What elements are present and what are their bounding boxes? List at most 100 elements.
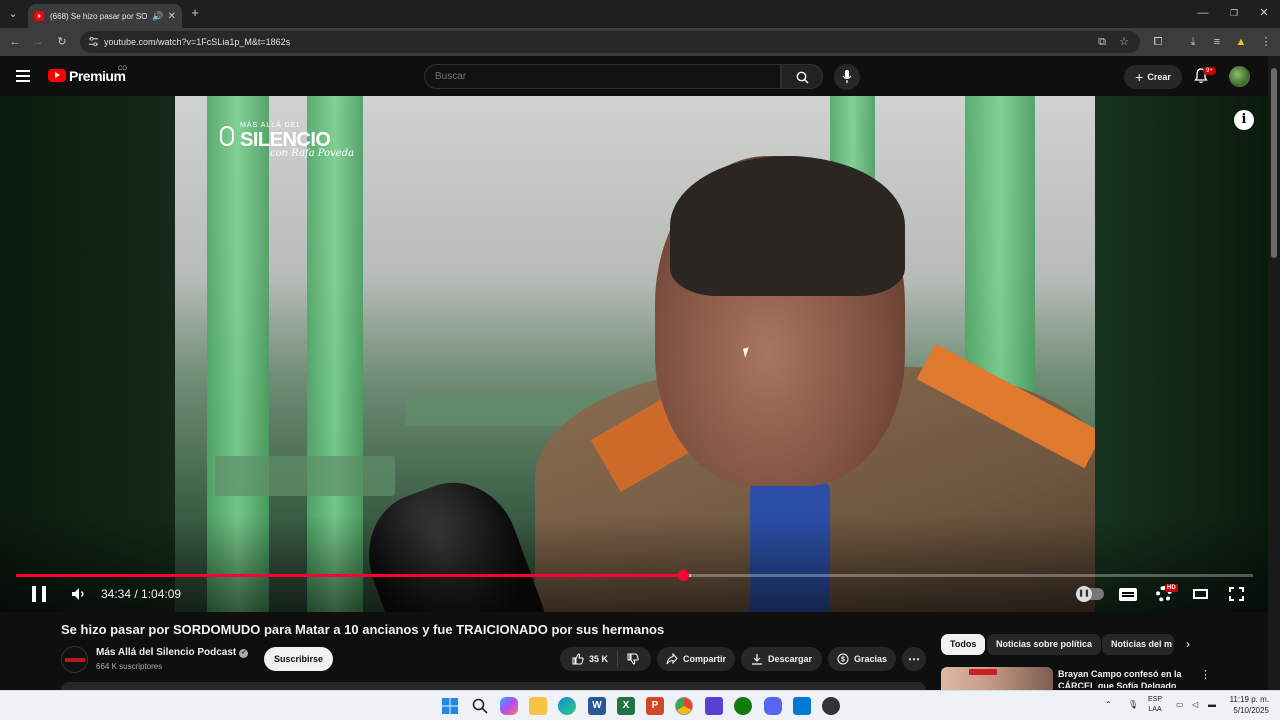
tab-list-chevron-icon[interactable]: ⌄	[6, 7, 20, 21]
address-bar[interactable]: youtube.com/watch?v=1FcSLia1p_M&t=1862s	[80, 31, 1140, 53]
tray-battery-icon[interactable]: ▬	[1208, 700, 1216, 709]
channel-name[interactable]: Más Allá del Silencio Podcast	[96, 647, 236, 658]
more-actions-button[interactable]: ⋯	[902, 647, 926, 671]
downloads-icon[interactable]: ⤓	[1186, 35, 1200, 49]
new-tab-icon[interactable]: +	[188, 6, 202, 20]
dislike-thumb-icon[interactable]	[627, 653, 639, 665]
powerpoint-icon[interactable]: P	[646, 697, 664, 715]
app-purple-icon[interactable]	[705, 697, 723, 715]
site-info-icon[interactable]	[88, 36, 99, 47]
volume-icon[interactable]	[71, 587, 87, 601]
quality-badge: HD	[1165, 584, 1178, 592]
create-button[interactable]: + Crear	[1124, 65, 1182, 89]
youtube-logo-icon[interactable]	[48, 69, 66, 82]
page-scrollbar[interactable]	[1268, 56, 1280, 690]
progress-scrubber[interactable]	[677, 570, 689, 581]
taskbar-search-icon[interactable]	[471, 697, 489, 715]
clock-time: 11:19 p. m.	[1229, 695, 1269, 704]
related-video-title[interactable]: Brayan Campo confesó en la CÁRCEL que So…	[1058, 668, 1184, 688]
like-count[interactable]: 35 K	[589, 654, 608, 664]
tray-overflow-icon[interactable]: ⌃	[1105, 700, 1112, 709]
channel-avatar[interactable]	[61, 646, 88, 673]
windows-start-icon[interactable]	[441, 697, 459, 715]
language-top: ESP	[1148, 696, 1163, 703]
share-button[interactable]: Compartir	[657, 647, 735, 671]
watermark-top-text: MÁS ALLÁ DEL	[240, 122, 302, 129]
chips-next-chevron-icon[interactable]: ›	[1186, 637, 1190, 651]
app-dark-icon[interactable]	[822, 697, 840, 715]
media-control-icon[interactable]: ≡	[1210, 35, 1224, 49]
close-window-icon[interactable]: ✕	[1257, 6, 1271, 20]
chrome-icon[interactable]	[675, 697, 693, 715]
language-indicator[interactable]: ESP LAA	[1148, 695, 1162, 715]
subscribe-button[interactable]: Suscribirse	[264, 647, 333, 671]
autoplay-pause-icon: ❚❚	[1076, 586, 1092, 602]
windows-taskbar: W X P ⌃ 🎙 ESP LAA ▭ ◁ ▬ 11:19 p. m. 5/10…	[0, 690, 1280, 720]
like-thumb-icon[interactable]	[572, 653, 584, 665]
theater-mode-icon[interactable]	[1193, 589, 1208, 599]
tab-close-icon[interactable]: ✕	[168, 11, 176, 22]
microphone-icon	[842, 70, 852, 83]
search-icon	[796, 71, 809, 84]
like-dislike-group: 35 K	[560, 647, 651, 671]
region-code: CO	[118, 66, 127, 72]
description-box[interactable]	[61, 682, 926, 690]
tray-mic-icon[interactable]: 🎙	[1128, 700, 1138, 709]
super-thanks-icon: $	[837, 653, 849, 665]
bookmark-star-icon[interactable]: ☆	[1117, 35, 1131, 49]
minimize-icon[interactable]: —	[1196, 6, 1210, 20]
person-hair	[670, 156, 905, 296]
channel-name-row[interactable]: Más Allá del Silencio Podcast ✓	[96, 647, 249, 658]
watermark-mic-icon	[220, 126, 234, 146]
system-clock[interactable]: 11:19 p. m. 5/10/2025	[1223, 694, 1269, 716]
download-button[interactable]: Descargar	[741, 647, 822, 671]
xbox-icon[interactable]	[734, 697, 752, 715]
restore-icon[interactable]: ❐	[1227, 6, 1241, 20]
progress-bar[interactable]	[16, 570, 1253, 581]
info-icon[interactable]: i	[1234, 110, 1254, 130]
app-blue-icon[interactable]	[793, 697, 811, 715]
back-icon[interactable]: ←	[8, 35, 22, 49]
share-label: Compartir	[682, 654, 726, 664]
related-video-menu-icon[interactable]: ⋮	[1200, 668, 1211, 681]
tray-network-icon[interactable]: ▭	[1176, 700, 1184, 709]
subtitles-icon[interactable]	[1119, 588, 1137, 601]
file-explorer-icon[interactable]	[529, 697, 547, 715]
related-video-thumbnail[interactable]	[941, 667, 1053, 691]
chip-noticias[interactable]: Noticias del m	[1102, 634, 1174, 655]
scrollbar-thumb[interactable]	[1271, 68, 1277, 258]
fullscreen-icon[interactable]	[1229, 587, 1244, 601]
chip-todos[interactable]: Todos	[941, 634, 986, 655]
profile-icon[interactable]: ▲	[1234, 35, 1248, 49]
menu-hamburger-icon[interactable]	[16, 70, 30, 82]
search-input[interactable]	[424, 64, 781, 89]
edge-icon[interactable]	[558, 697, 576, 715]
thanks-button[interactable]: $ Gracias	[828, 647, 896, 671]
tray-volume-icon[interactable]: ◁	[1192, 700, 1198, 709]
brand-label[interactable]: Premium	[69, 68, 126, 84]
browser-toolbar: ← → ↻ youtube.com/watch?v=1FcSLia1p_M&t=…	[0, 28, 1280, 56]
forward-icon[interactable]: →	[31, 35, 45, 49]
reload-icon[interactable]: ↻	[55, 35, 69, 49]
youtube-header: Premium CO + Crear 9+	[0, 56, 1280, 96]
search-button[interactable]	[781, 64, 823, 89]
excel-icon[interactable]: X	[617, 697, 635, 715]
extensions-icon[interactable]: ⧠	[1151, 35, 1165, 49]
discord-icon[interactable]	[764, 697, 782, 715]
language-bottom: LAA	[1148, 706, 1162, 713]
copilot-icon[interactable]	[500, 697, 518, 715]
download-label: Descargar	[767, 654, 813, 664]
word-icon[interactable]: W	[588, 697, 606, 715]
voice-search-button[interactable]	[834, 64, 860, 90]
chip-politica[interactable]: Noticias sobre política	[987, 634, 1102, 655]
video-player[interactable]: MÁS ALLÁ DEL SILENCIO con Rafa Poveda i …	[0, 96, 1268, 612]
install-app-icon[interactable]: ⧉	[1095, 35, 1109, 49]
account-avatar[interactable]	[1229, 66, 1250, 87]
subscriber-count: 664 K suscriptores	[96, 662, 163, 671]
plus-icon: +	[1135, 69, 1144, 85]
browser-menu-icon[interactable]: ⋮	[1259, 35, 1273, 49]
pause-button[interactable]	[32, 586, 46, 602]
verified-check-icon: ✓	[239, 649, 249, 658]
tab-audio-icon[interactable]: 🔊	[152, 11, 163, 22]
browser-tab-active[interactable]: (668) Se hizo pasar por SORDOMUDO para M…	[28, 4, 182, 28]
